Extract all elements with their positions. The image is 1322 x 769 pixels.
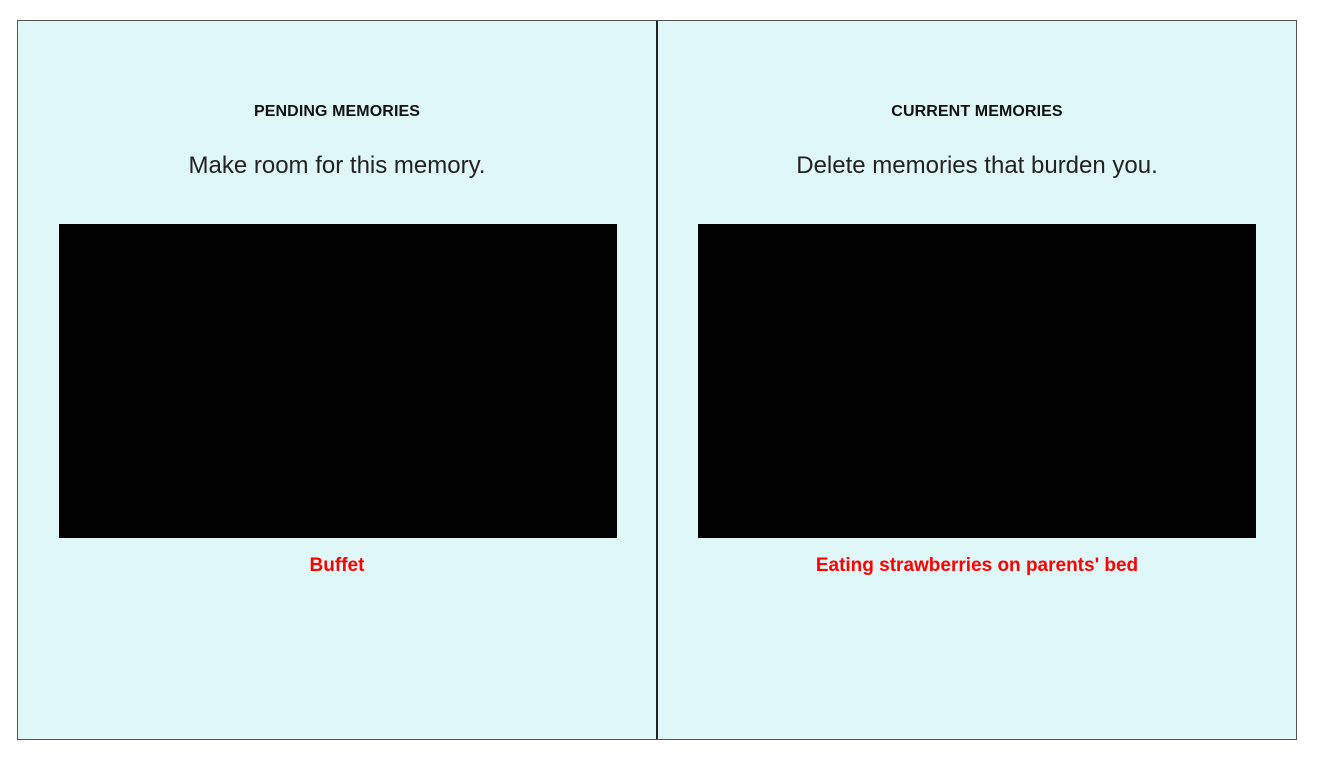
memories-frame: PENDING MEMORIES Make room for this memo…	[17, 20, 1297, 740]
current-memory-caption: Eating strawberries on parents' bed	[815, 555, 1139, 576]
current-memories-heading: CURRENT MEMORIES	[891, 103, 1063, 120]
current-memories-instruction: Delete memories that burden you.	[796, 152, 1158, 179]
pending-memory-caption: Buffet	[309, 555, 365, 576]
pending-memories-panel: PENDING MEMORIES Make room for this memo…	[18, 21, 658, 739]
pending-memory-image[interactable]	[59, 224, 617, 538]
pending-memories-heading: PENDING MEMORIES	[253, 103, 421, 120]
current-memory-image[interactable]	[698, 224, 1256, 538]
pending-memories-instruction: Make room for this memory.	[188, 152, 486, 179]
current-memories-panel: CURRENT MEMORIES Delete memories that bu…	[658, 21, 1296, 739]
